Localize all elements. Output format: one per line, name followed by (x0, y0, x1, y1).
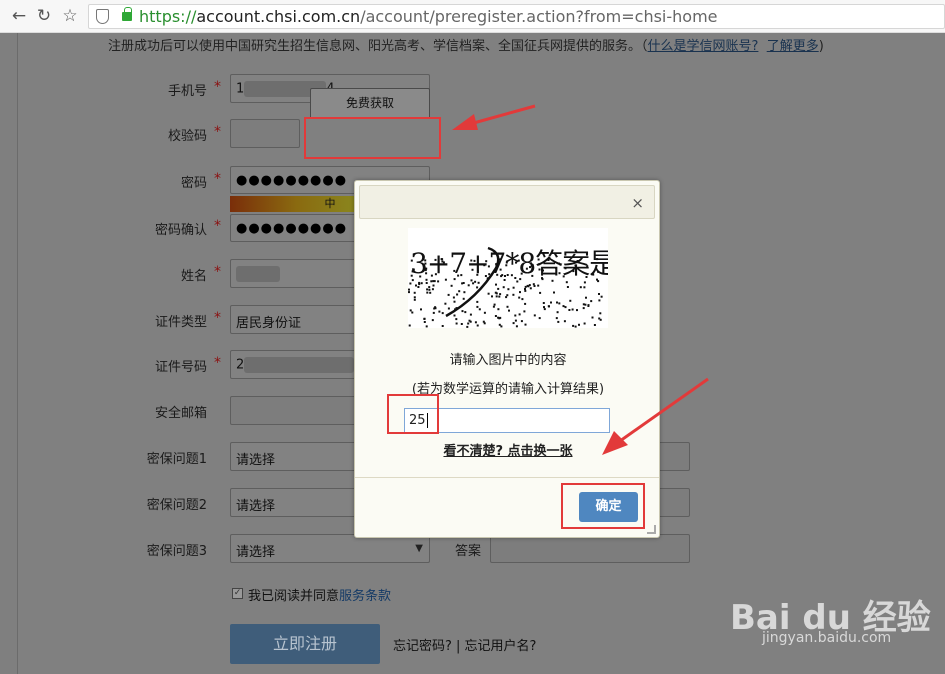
learn-more-link[interactable]: 了解更多 (767, 39, 819, 54)
question2-label: 密保问题2 (146, 498, 207, 513)
required-mark: * (214, 218, 221, 234)
required-mark: * (214, 355, 221, 371)
url-text: https://account.chsi.com.cn/account/prer… (139, 7, 718, 26)
close-icon[interactable]: × (631, 194, 644, 212)
resize-handle[interactable] (647, 525, 656, 534)
name-label: 姓名 (180, 269, 207, 284)
email-label: 安全邮箱 (154, 406, 207, 421)
question1-label: 密保问题1 (146, 452, 207, 467)
annotation-arrow-sms (452, 104, 536, 130)
annotation-box-input (387, 394, 439, 434)
password-label: 密码 (180, 176, 207, 191)
forgot-links[interactable]: 忘记密码? | 忘记用户名? (393, 635, 536, 654)
browser-toolbar: ← ↻ ☆ https://account.chsi.com.cn/accoun… (0, 0, 945, 33)
annotation-box-confirm (561, 483, 645, 529)
password-confirm-label: 密码确认 (154, 223, 207, 238)
get-code-button[interactable]: 免费获取 (310, 88, 430, 119)
required-mark: * (214, 171, 221, 187)
question3-label: 密保问题3 (146, 544, 207, 559)
baidu-jingyan-watermark: Bai du 经验 jingyan.baidu.com (730, 598, 931, 646)
answer3-input[interactable] (490, 534, 690, 563)
code-label: 校验码 (167, 129, 207, 144)
register-button[interactable]: 立即注册 (230, 624, 380, 664)
address-bar[interactable]: https://account.chsi.com.cn/account/prer… (88, 4, 945, 29)
dialog-divider (355, 477, 659, 478)
terms-link[interactable]: 服务条款 (339, 589, 391, 604)
captcha-prompt: 请输入图片中的内容 (449, 353, 567, 368)
required-mark: * (214, 310, 221, 326)
annotation-box-sms (304, 117, 441, 159)
reload-icon[interactable]: ↻ (34, 6, 54, 26)
lock-icon (122, 7, 132, 21)
agree-text: 我已阅读并同意服务条款 (248, 589, 392, 604)
notice-text: 注册成功后可以使用中国研究生招生信息网、阳光高考、学信档案、全国征兵网提供的服务… (108, 39, 824, 54)
star-icon[interactable]: ☆ (60, 6, 80, 26)
required-mark: * (214, 79, 221, 95)
captcha-image[interactable]: 3+7+7*8答案是? (408, 228, 608, 328)
agree-checkbox[interactable]: ✓ (232, 588, 243, 599)
dialog-header: × (359, 185, 655, 219)
required-mark: * (214, 264, 221, 280)
annotation-arrow-confirm (602, 377, 709, 455)
shield-icon (96, 9, 109, 24)
code-input[interactable] (230, 119, 300, 148)
what-is-account-link[interactable]: 什么是学信网账号? (648, 39, 759, 54)
idnum-label: 证件号码 (154, 360, 207, 375)
phone-label: 手机号 (167, 84, 207, 99)
back-icon[interactable]: ← (9, 6, 29, 26)
answer3-label: 答案 (454, 544, 481, 559)
required-mark: * (214, 124, 221, 140)
captcha-text: 3+7+7*8答案是? (410, 247, 608, 280)
idtype-label: 证件类型 (154, 315, 207, 330)
